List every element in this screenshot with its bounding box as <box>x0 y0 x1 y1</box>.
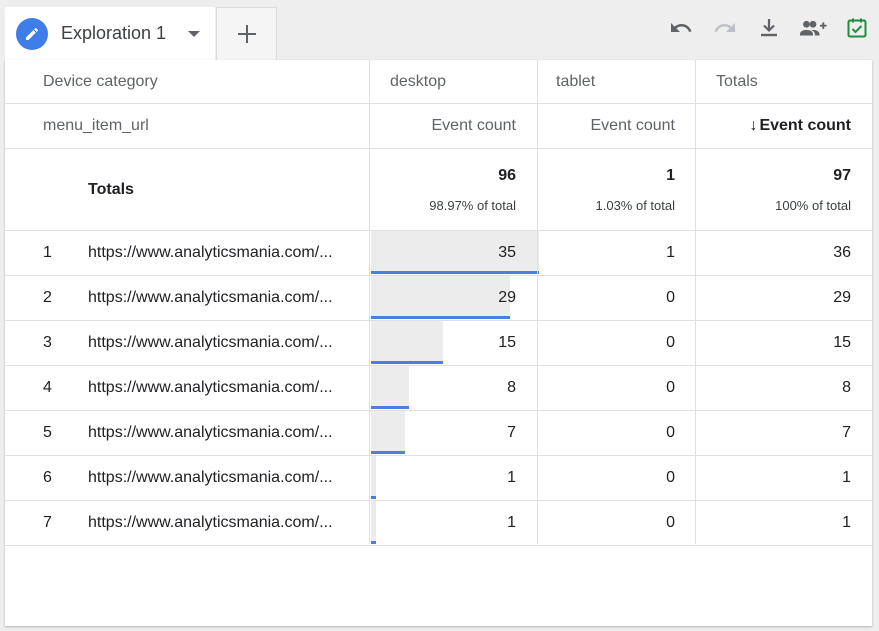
save-check-icon[interactable] <box>843 14 871 42</box>
table-row[interactable]: 6 https://www.analyticsmania.com/... 1 0 1 <box>5 456 872 501</box>
totals-label: Totals <box>88 180 134 198</box>
table-row[interactable]: 4 https://www.analyticsmania.com/... 8 0 8 <box>5 366 872 411</box>
total-tablet-value: 1 <box>666 166 675 184</box>
column-header-device-category[interactable]: Device category <box>43 60 363 103</box>
metric-header-tablet[interactable]: Event count <box>538 104 696 148</box>
column-divider <box>537 60 538 544</box>
row-tablet-value: 0 <box>666 379 675 396</box>
row-desktop-value: 1 <box>507 469 516 486</box>
row-total-value: 15 <box>833 334 851 351</box>
table-row[interactable]: 3 https://www.analyticsmania.com/... 15 0 15 <box>5 321 872 366</box>
header-row-metric: menu_item_url Event count Event count ↓ E… <box>5 104 872 149</box>
toolbar <box>667 14 871 42</box>
row-total-value: 1 <box>842 469 851 486</box>
column-divider <box>369 60 370 544</box>
row-total-value: 1 <box>842 514 851 531</box>
row-tablet-value: 0 <box>666 424 675 441</box>
row-index: 4 <box>43 379 52 396</box>
row-desktop-value: 8 <box>507 379 516 396</box>
add-tab-button[interactable] <box>216 7 277 60</box>
total-all-value: 97 <box>833 166 851 184</box>
row-tablet-value: 0 <box>666 334 675 351</box>
row-dimension-header[interactable]: menu_item_url <box>43 104 363 148</box>
metric-header-totals-label: Event count <box>759 117 851 134</box>
row-total-value: 7 <box>842 424 851 441</box>
row-url[interactable]: https://www.analyticsmania.com/... <box>88 456 366 500</box>
row-index: 1 <box>43 244 52 261</box>
total-tablet: 1 1.03% of total <box>538 149 696 230</box>
table-row[interactable]: 1 https://www.analyticsmania.com/... 35 1 36 <box>5 231 872 276</box>
row-index: 5 <box>43 424 52 441</box>
row-index: 2 <box>43 289 52 306</box>
header-row-dimension: Device category desktop tablet Totals <box>5 60 872 104</box>
exploration-table: Device category desktop tablet Totals me… <box>5 60 872 626</box>
total-all: 97 100% of total <box>696 149 872 230</box>
tab-label: Exploration 1 <box>61 23 167 43</box>
undo-icon[interactable] <box>667 14 695 42</box>
column-divider <box>695 60 696 544</box>
row-total-value: 36 <box>833 244 851 261</box>
tab-exploration[interactable]: Exploration 1 <box>5 7 215 60</box>
row-desktop-value: 35 <box>498 244 516 261</box>
row-url[interactable]: https://www.analyticsmania.com/... <box>88 321 366 365</box>
row-tablet-value: 0 <box>666 469 675 486</box>
row-desktop-value: 15 <box>498 334 516 351</box>
table-row[interactable]: 5 https://www.analyticsmania.com/... 7 0 7 <box>5 411 872 456</box>
totals-row: Totals 96 98.97% of total 1 1.03% of tot… <box>5 149 872 231</box>
row-tablet-value: 1 <box>666 244 675 261</box>
total-tablet-percent: 1.03% of total <box>595 197 676 213</box>
row-index: 3 <box>43 334 52 351</box>
row-tablet-value: 0 <box>666 289 675 306</box>
share-users-icon[interactable] <box>799 14 827 42</box>
chevron-down-icon[interactable] <box>188 30 201 37</box>
row-url[interactable]: https://www.analyticsmania.com/... <box>88 411 366 455</box>
metric-header-desktop[interactable]: Event count <box>370 104 537 148</box>
row-total-value: 29 <box>833 289 851 306</box>
pencil-icon <box>16 17 48 50</box>
column-header-tablet[interactable]: tablet <box>556 60 706 103</box>
total-desktop: 96 98.97% of total <box>370 149 537 230</box>
row-url[interactable]: https://www.analyticsmania.com/... <box>88 231 366 275</box>
row-index: 7 <box>43 514 52 531</box>
column-header-desktop[interactable]: desktop <box>390 60 550 103</box>
total-desktop-value: 96 <box>498 166 516 184</box>
top-bar: Exploration 1 <box>0 0 879 60</box>
row-total-value: 8 <box>842 379 851 396</box>
total-all-percent: 100% of total <box>775 197 851 213</box>
download-icon[interactable] <box>755 14 783 42</box>
column-header-totals[interactable]: Totals <box>716 60 866 103</box>
row-desktop-value: 7 <box>507 424 516 441</box>
row-url[interactable]: https://www.analyticsmania.com/... <box>88 366 366 410</box>
sort-arrow-icon: ↓ <box>749 117 758 134</box>
plus-icon <box>237 25 256 43</box>
table-row[interactable]: 7 https://www.analyticsmania.com/... 1 0 1 <box>5 501 872 546</box>
row-url[interactable]: https://www.analyticsmania.com/... <box>88 501 366 545</box>
row-desktop-value: 29 <box>498 289 516 306</box>
total-desktop-percent: 98.97% of total <box>429 197 516 213</box>
row-index: 6 <box>43 469 52 486</box>
row-url[interactable]: https://www.analyticsmania.com/... <box>88 276 366 320</box>
table-row[interactable]: 2 https://www.analyticsmania.com/... 29 0 29 <box>5 276 872 321</box>
redo-icon[interactable] <box>711 14 739 42</box>
row-tablet-value: 0 <box>666 514 675 531</box>
metric-header-totals[interactable]: ↓ Event count <box>696 104 872 148</box>
row-desktop-value: 1 <box>507 514 516 531</box>
